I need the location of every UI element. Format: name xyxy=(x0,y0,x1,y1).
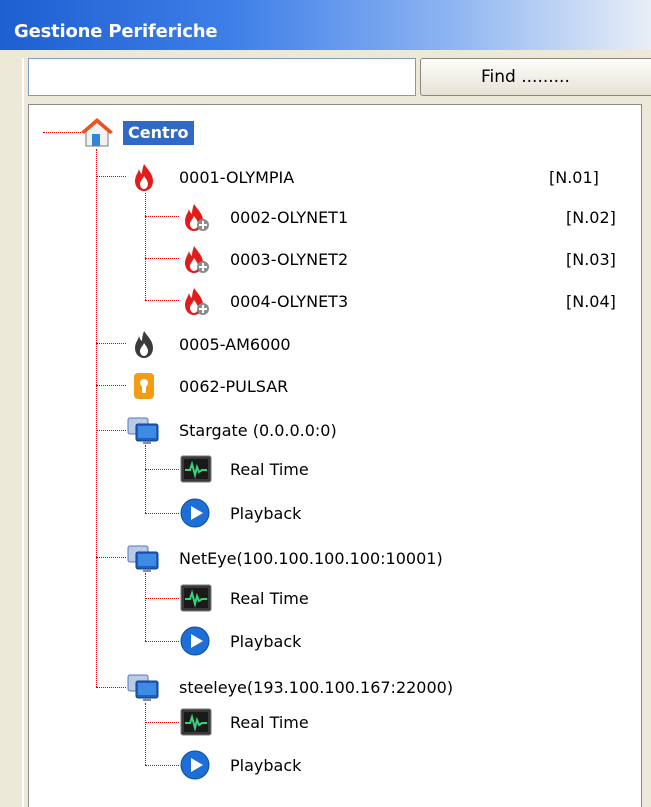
monitor-icon xyxy=(126,542,160,574)
tree-connector xyxy=(145,573,146,641)
tree-connector xyxy=(43,132,81,133)
tree-node-label: Real Time xyxy=(230,460,309,479)
tree-node-label: 0003-OLYNET2 xyxy=(230,250,349,269)
fire-add-icon xyxy=(181,202,211,232)
realtime-monitor-icon xyxy=(179,582,213,614)
tree-connector xyxy=(96,385,126,386)
fire-icon xyxy=(129,162,159,192)
tree-node-label: 0004-OLYNET3 xyxy=(230,292,349,311)
tree-connector xyxy=(145,703,146,765)
window-title: Gestione Periferiche xyxy=(14,21,218,42)
tree-node-label: Playback xyxy=(230,504,302,523)
fire-add-icon xyxy=(181,244,211,274)
search-bar: Find ......... xyxy=(28,58,651,98)
node-code: [N.01] xyxy=(549,168,599,187)
tree-connector xyxy=(145,469,179,470)
node-code: [N.03] xyxy=(566,250,616,269)
monitor-icon xyxy=(126,671,160,703)
tree-connector xyxy=(145,216,179,217)
keyhole-shield-icon xyxy=(129,371,159,401)
realtime-monitor-icon xyxy=(179,706,213,738)
tree-connector xyxy=(96,430,126,431)
find-button-label: Find ......... xyxy=(481,67,570,87)
find-button[interactable]: Find ......... xyxy=(420,58,651,96)
device-tree[interactable]: Centro 0001-OLYMPIA [N.01] 0002-OLYNET1 … xyxy=(28,104,642,807)
play-icon xyxy=(179,625,211,657)
home-icon xyxy=(80,116,114,148)
tree-node-label: 0062-PULSAR xyxy=(179,377,289,396)
tree-connector xyxy=(145,445,146,513)
tree-node-label: steeleye(193.100.100.167:22000) xyxy=(179,678,454,697)
fire-gray-icon xyxy=(129,329,159,359)
tree-node-label: Centro xyxy=(123,121,194,145)
tree-connector xyxy=(145,300,179,301)
tree-node-label: Real Time xyxy=(230,589,309,608)
device-manager-window: Gestione Periferiche Find ......... Cent… xyxy=(0,0,651,807)
tree-node-label: 0005-AM6000 xyxy=(179,335,291,354)
tree-connector xyxy=(96,176,126,177)
tree-node-label: Real Time xyxy=(230,713,309,732)
tree-connector xyxy=(96,557,126,558)
fire-add-icon xyxy=(181,286,211,316)
title-bar: Gestione Periferiche xyxy=(0,0,651,50)
tree-connector xyxy=(145,513,179,514)
tree-connector xyxy=(145,258,179,259)
tree-connector xyxy=(96,343,126,344)
tree-node-label: 0001-OLYMPIA xyxy=(179,168,295,187)
tree-connector xyxy=(145,722,179,723)
tree-node-label: Playback xyxy=(230,756,302,775)
tree-node-label: Playback xyxy=(230,632,302,651)
tree-connector xyxy=(145,193,146,300)
tree-node-label: 0002-OLYNET1 xyxy=(230,208,349,227)
tree-node-label: Stargate (0.0.0.0:0) xyxy=(179,421,337,440)
tree-connector xyxy=(96,687,126,688)
tree-connector xyxy=(145,641,179,642)
tree-connector xyxy=(96,149,97,687)
panel-left-edge xyxy=(22,58,24,807)
node-code: [N.02] xyxy=(566,208,616,227)
tree-node-label: NetEye(100.100.100.100:10001) xyxy=(179,549,443,568)
play-icon xyxy=(179,749,211,781)
node-code: [N.04] xyxy=(566,292,616,311)
play-icon xyxy=(179,497,211,529)
search-input[interactable] xyxy=(28,58,416,96)
realtime-monitor-icon xyxy=(179,453,213,485)
monitor-icon xyxy=(126,414,160,446)
tree-connector xyxy=(145,598,179,599)
tree-connector xyxy=(145,765,179,766)
